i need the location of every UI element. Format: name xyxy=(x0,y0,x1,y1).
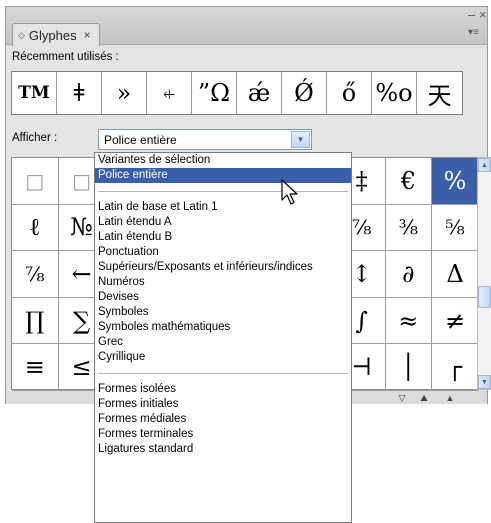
recent-glyph[interactable]: %o xyxy=(372,72,417,114)
recent-glyph[interactable]: 天 xyxy=(417,72,462,114)
scroll-up-icon[interactable]: ▲ xyxy=(478,158,491,172)
close-tab-icon[interactable]: × xyxy=(84,28,91,42)
glyph-cell[interactable]: ℓ xyxy=(12,204,59,252)
dropdown-separator xyxy=(95,365,351,382)
recent-glyphs-row: TM ǂ » ⍅ ”Ω ǽ Ǿ ő %o 天 xyxy=(11,71,463,115)
glyph-cell[interactable]: € xyxy=(385,158,433,205)
recent-glyph[interactable]: TM xyxy=(12,72,57,114)
dropdown-option[interactable]: Formes isolées xyxy=(95,382,351,397)
glyph-cell[interactable]: ⅝ xyxy=(432,204,479,252)
chevron-down-icon[interactable]: ▼ xyxy=(291,131,310,148)
afficher-dropdown-list[interactable]: Variantes de sélection Police entière Lati… xyxy=(94,152,352,523)
close-icon[interactable]: × xyxy=(479,8,487,21)
dropdown-option[interactable]: Latin étendu A xyxy=(95,215,351,230)
dropdown-option[interactable]: Supérieurs/Exposants et inférieurs/indic… xyxy=(95,260,351,275)
diamond-icon: ◇ xyxy=(18,29,25,40)
zoom-in-icon[interactable]: ▲ xyxy=(442,392,458,404)
dropdown-option[interactable]: Devises xyxy=(95,290,351,305)
afficher-selected-value: Police entière xyxy=(104,132,177,147)
glyph-cell[interactable]: □ xyxy=(12,158,59,205)
panel-menu-icon[interactable]: ▾≡ xyxy=(468,28,479,38)
dropdown-option[interactable]: Ponctuation xyxy=(95,245,351,260)
recent-glyph[interactable]: ”Ω xyxy=(192,72,237,114)
dropdown-option[interactable]: Ligatures standard xyxy=(95,442,351,457)
dropdown-option[interactable]: Numéros xyxy=(95,275,351,290)
dropdown-option[interactable]: Symboles xyxy=(95,305,351,320)
tab-title: Glyphes xyxy=(28,27,77,43)
glyph-cell[interactable]: │ xyxy=(385,344,433,391)
mouse-cursor-icon xyxy=(281,179,298,205)
zoom-out-icon[interactable]: ⛰ xyxy=(416,392,432,404)
glyph-cell[interactable]: ∏ xyxy=(12,297,59,345)
dropdown-option[interactable]: Formes terminales xyxy=(95,427,351,442)
glyph-cell[interactable]: Δ xyxy=(432,251,479,298)
dropdown-option[interactable]: Formes initiales xyxy=(95,397,351,412)
recent-glyph[interactable]: ⍅ xyxy=(147,72,192,114)
dropdown-option[interactable]: Formes médiales xyxy=(95,412,351,427)
dropdown-option[interactable]: Police entière xyxy=(95,168,351,183)
panel-titlebar: ◇ Glyphes × – × ▾≡ xyxy=(6,7,487,46)
glyph-cell[interactable]: ┌ xyxy=(432,344,479,391)
afficher-label: Afficher : xyxy=(12,132,58,144)
recent-glyph[interactable]: ǽ xyxy=(237,72,282,114)
vertical-scrollbar[interactable]: ▲ ▼ xyxy=(477,157,491,390)
dropdown-option[interactable]: Latin de base et Latin 1 xyxy=(95,200,351,215)
afficher-select[interactable]: Police entière ▼ xyxy=(98,129,312,150)
dropdown-option[interactable]: Variantes de sélection xyxy=(95,153,351,168)
glyph-cell[interactable]: ≡ xyxy=(12,344,59,391)
recent-glyph[interactable]: ő xyxy=(327,72,372,114)
glyph-cell[interactable]: ∂ xyxy=(385,251,433,298)
recent-label: Récemment utilisés : xyxy=(12,51,119,63)
glyph-cell[interactable]: ⅜ xyxy=(385,204,433,252)
recent-glyph[interactable]: Ǿ xyxy=(282,72,327,114)
dropdown-option[interactable]: Grec xyxy=(95,335,351,350)
dropdown-option[interactable]: Cyrillique xyxy=(95,350,351,365)
dropdown-option[interactable]: Latin étendu B xyxy=(95,230,351,245)
recent-glyph[interactable]: » xyxy=(102,72,147,114)
minimize-icon[interactable]: – xyxy=(468,8,475,21)
dropdown-separator xyxy=(95,183,351,200)
dropdown-option[interactable]: Symboles mathématiques xyxy=(95,320,351,335)
glyph-cell[interactable]: ≈ xyxy=(385,297,433,345)
scroll-thumb[interactable] xyxy=(478,286,491,308)
font-style-dropdown-icon[interactable]: ▽ xyxy=(394,392,410,404)
scroll-down-icon[interactable]: ▼ xyxy=(478,375,491,389)
tab-glyphes[interactable]: ◇ Glyphes × xyxy=(12,23,100,46)
recent-glyph[interactable]: ǂ xyxy=(57,72,102,114)
glyph-cell[interactable]: % xyxy=(432,158,479,205)
glyph-cell[interactable]: ⅞ xyxy=(12,251,59,298)
glyph-cell[interactable]: ≠ xyxy=(432,297,479,345)
